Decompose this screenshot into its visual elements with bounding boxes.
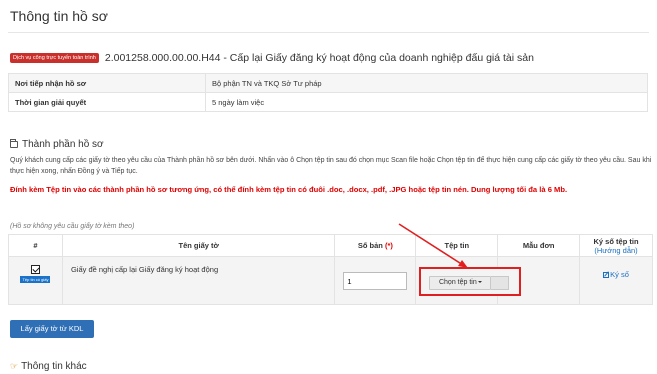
documents-instructions: Quý khách cung cấp các giấy tờ theo yêu … — [10, 157, 652, 175]
info-label: Nơi tiếp nhận hồ sơ — [8, 73, 206, 93]
info-row-processing-time: Thời gian giải quyết 5 ngày làm việc — [8, 92, 648, 112]
service-code-title: 2.001258.000.00.00.H44 - Cấp lại Giấy đă… — [104, 52, 534, 64]
sign-guide-link[interactable]: (Hướng dẫn) — [594, 246, 637, 255]
attachment-warning: Đính kèm Tệp tin vào các thành phần hồ s… — [10, 185, 568, 194]
choose-file-button[interactable]: Chọn tệp tin — [429, 276, 492, 290]
choose-file-label: Chọn tệp tin — [438, 279, 477, 286]
header-document-name: Tên giấy tờ — [61, 234, 336, 257]
digital-sign-label: Ký số — [610, 270, 629, 279]
caret-down-icon — [477, 281, 482, 284]
header-digital-sign: Ký số tệp tin (Hướng dẫn) — [579, 234, 653, 257]
info-row-receiving-place: Nơi tiếp nhận hồ sơ Bộ phận TN và TKQ Sở… — [8, 73, 648, 93]
documents-section-heading: Thành phần hồ sơ — [10, 139, 104, 150]
copies-input[interactable] — [343, 272, 408, 290]
sign-cell: Ký số — [579, 256, 653, 305]
hand-pointer-icon: ☞ — [10, 361, 19, 371]
header-copies: Số bản (*) — [334, 234, 417, 257]
info-value: 5 ngày làm việc — [205, 92, 648, 112]
header-file: Tệp tin — [415, 234, 499, 257]
header-copies-label: Số bản — [357, 241, 383, 250]
copies-cell — [334, 256, 417, 305]
edit-icon — [603, 272, 610, 278]
row-select-cell: Tệp tin có giấy — [8, 256, 63, 305]
digital-sign-link[interactable]: Ký số — [603, 270, 629, 279]
folder-icon — [10, 139, 18, 148]
row-checkbox[interactable] — [30, 265, 40, 274]
service-info-table: Nơi tiếp nhận hồ sơ Bộ phận TN và TKQ Sở… — [8, 73, 648, 112]
file-picker-highlight: Chọn tệp tin — [419, 267, 522, 296]
required-marker: (*) — [384, 241, 393, 250]
header-sign-label: Ký số tệp tin — [593, 236, 639, 246]
header-index: # — [8, 234, 63, 257]
table-row: Tệp tin có giấy Giấy đề nghị cấp lại Giấ… — [8, 256, 653, 305]
file-cell: Chọn tệp tin — [415, 256, 522, 305]
info-value: Bộ phận TN và TKQ Sở Tư pháp — [205, 73, 648, 93]
service-type-badge: Dịch vụ công trực tuyến toàn trình — [10, 53, 99, 63]
other-info-heading[interactable]: ☞ Thông tin khác — [10, 361, 87, 372]
documents-table: # Tên giấy tờ Số bản (*) Tệp tin Mẫu đơn… — [8, 234, 653, 305]
no-attachment-note: (Hồ sơ không yêu cầu giấy tờ kèm theo) — [10, 223, 135, 230]
documents-table-header: # Tên giấy tờ Số bản (*) Tệp tin Mẫu đơn… — [8, 234, 653, 257]
title-divider — [8, 32, 649, 33]
file-name-slot — [491, 276, 510, 290]
info-label: Thời gian giải quyết — [8, 92, 206, 112]
service-header: Dịch vụ công trực tuyến toàn trình 2.001… — [10, 50, 534, 66]
other-info-title: Thông tin khác — [21, 361, 87, 372]
header-template: Mẫu đơn — [497, 234, 581, 257]
page-title: Thông tin hồ sơ — [10, 8, 108, 24]
documents-section-title: Thành phần hồ sơ — [22, 139, 104, 150]
fetch-from-database-button[interactable]: Lấy giấy tờ từ KDL — [10, 320, 94, 338]
document-name: Giấy đề nghị cấp lại Giấy đăng ký hoạt đ… — [61, 256, 336, 305]
paper-file-badge: Tệp tin có giấy — [20, 276, 51, 283]
